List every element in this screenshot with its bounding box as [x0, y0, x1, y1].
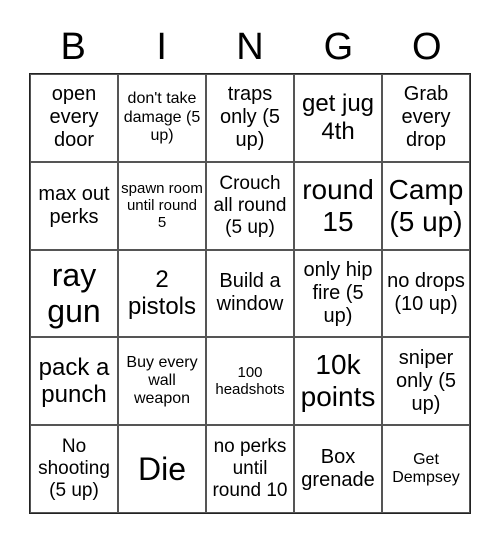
bingo-cell[interactable]: Get Dempsey	[382, 425, 470, 513]
bingo-cell[interactable]: round 15	[294, 161, 382, 250]
header-letter-n: N	[236, 26, 264, 68]
bingo-cell[interactable]: Die	[118, 425, 206, 513]
header-letter-i: I	[156, 26, 167, 68]
bingo-cell[interactable]: max out perks	[30, 161, 118, 250]
bingo-cell[interactable]: Box grenade	[294, 425, 382, 513]
header-letter-g: G	[323, 26, 354, 68]
bingo-cell[interactable]: sniper only (5 up)	[382, 337, 470, 426]
bingo-cell[interactable]: pack a punch	[30, 337, 118, 426]
bingo-cell[interactable]: open every door	[30, 74, 118, 162]
bingo-cell[interactable]: no perks until round 10	[206, 425, 294, 513]
bingo-cell[interactable]: Buy every wall weapon	[118, 337, 206, 426]
bingo-cell[interactable]: No shooting (5 up)	[30, 425, 118, 513]
bingo-cell[interactable]: Grab every drop	[382, 74, 470, 162]
bingo-cell[interactable]: get jug 4th	[294, 74, 382, 162]
bingo-cell[interactable]: Crouch all round (5 up)	[206, 161, 294, 250]
bingo-cell[interactable]: Camp (5 up)	[382, 161, 470, 250]
bingo-cell[interactable]: 100 headshots	[206, 337, 294, 426]
bingo-cell[interactable]: 2 pistols	[118, 249, 206, 338]
bingo-cell[interactable]: ray gun	[30, 249, 118, 338]
bingo-cell[interactable]: only hip fire (5 up)	[294, 249, 382, 338]
bingo-cell[interactable]: traps only (5 up)	[206, 74, 294, 162]
bingo-cell[interactable]: no drops (10 up)	[382, 249, 470, 338]
bingo-cell[interactable]: Build a window	[206, 249, 294, 338]
bingo-card: open every door don't take damage (5 up)…	[29, 73, 471, 514]
header-letter-b: B	[60, 26, 86, 68]
bingo-cell[interactable]: 10k points	[294, 337, 382, 426]
bingo-cell[interactable]: don't take damage (5 up)	[118, 74, 206, 162]
bingo-cell[interactable]: spawn room until round 5	[118, 161, 206, 250]
header-letter-o: O	[412, 26, 442, 68]
bingo-header: B I N G O	[29, 22, 471, 72]
